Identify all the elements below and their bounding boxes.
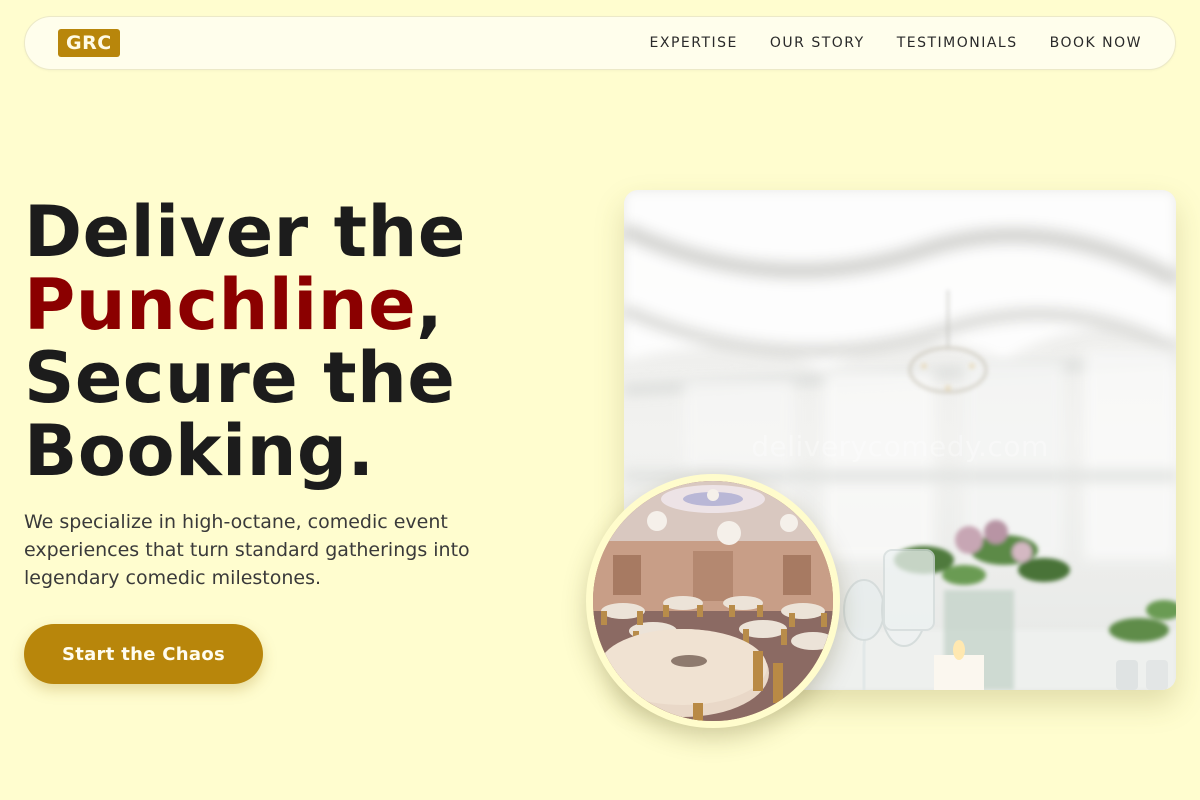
hero-title: Deliver the Punchline, Secure the Bookin… (24, 196, 584, 488)
hero-title-comma: , (416, 264, 444, 346)
nav-link-testimonials[interactable]: TESTIMONIALS (897, 35, 1018, 51)
image-watermark: deliverycomedy.com (751, 430, 1049, 463)
top-navbar: GRC EXPERTISE OUR STORY TESTIMONIALS BOO… (24, 16, 1176, 70)
ballroom-photo (586, 474, 840, 728)
hero-title-line4: Booking. (24, 410, 375, 492)
nav-link-our-story[interactable]: OUR STORY (770, 35, 865, 51)
landing-page: GRC EXPERTISE OUR STORY TESTIMONIALS BOO… (0, 0, 1200, 800)
hero-title-accent: Punchline (24, 264, 417, 346)
hero-subtitle: We specialize in high-octane, comedic ev… (24, 511, 470, 589)
hero-title-line3: Secure the (24, 337, 456, 419)
hero-title-line1: Deliver the (24, 191, 466, 273)
ballroom-illustration (593, 481, 833, 721)
nav-link-expertise[interactable]: EXPERTISE (650, 35, 738, 51)
logo[interactable]: GRC (58, 29, 120, 57)
nav-link-book-now[interactable]: BOOK NOW (1050, 35, 1142, 51)
start-the-chaos-button[interactable]: Start the Chaos (24, 624, 263, 684)
nav-links: EXPERTISE OUR STORY TESTIMONIALS BOOK NO… (650, 35, 1142, 51)
